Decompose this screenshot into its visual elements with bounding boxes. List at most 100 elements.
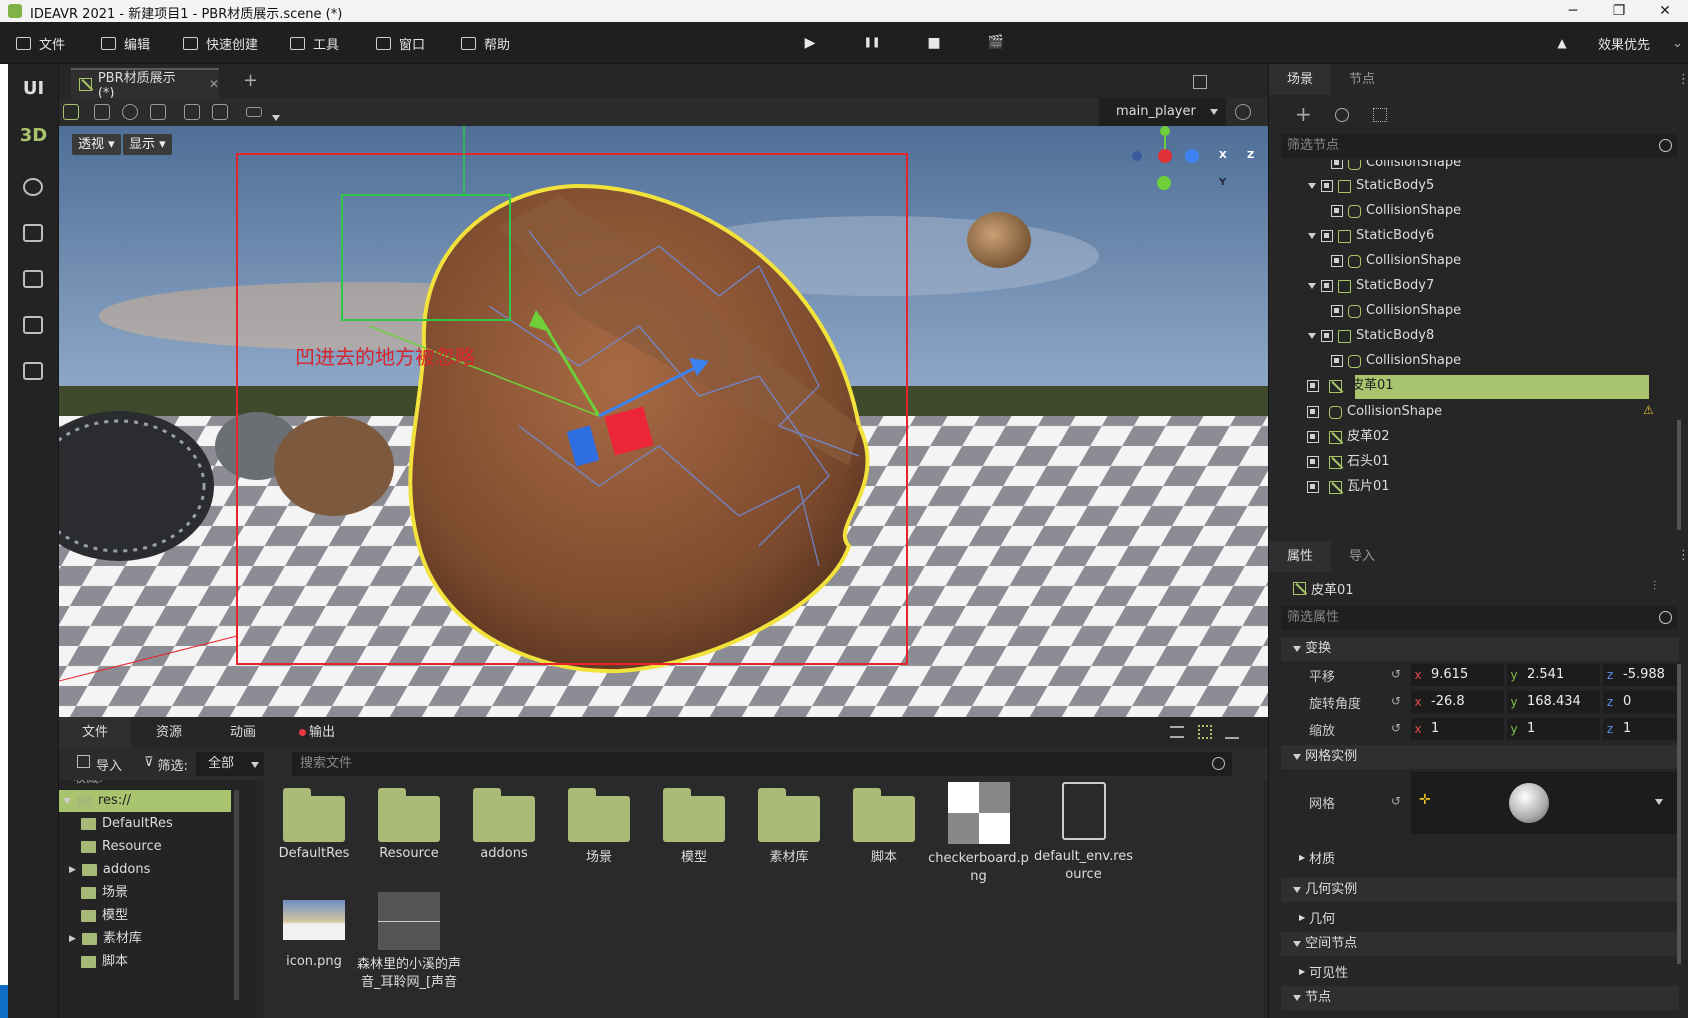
section-spatial[interactable]: 空间节点 bbox=[1281, 932, 1679, 956]
tab-resources[interactable]: 资源 bbox=[133, 717, 205, 748]
section-geometry-instance[interactable]: 几何实例 bbox=[1281, 878, 1679, 902]
translate-z-field[interactable]: -5.988 bbox=[1617, 664, 1677, 686]
reset-icon[interactable]: ↺ bbox=[1391, 694, 1401, 708]
tree-scrollbar[interactable] bbox=[1677, 420, 1681, 530]
viewport-settings-icon[interactable] bbox=[1235, 104, 1251, 120]
props-scrollbar[interactable] bbox=[1677, 664, 1681, 964]
perspective-button[interactable]: 透视 ▾ bbox=[72, 134, 121, 155]
prop-geometry[interactable]: ▶ 几何 bbox=[1299, 908, 1335, 927]
node-collision[interactable]: CollisionShape bbox=[1331, 250, 1461, 272]
list-view-icon[interactable] bbox=[1170, 726, 1184, 738]
3d-viewport[interactable]: 透视 ▾ 显示 ▾ 凹进去的地方被忽略 X Z Y bbox=[59, 126, 1268, 717]
visibility-checkbox[interactable] bbox=[1321, 330, 1333, 342]
scale-tool-icon[interactable] bbox=[150, 104, 166, 120]
panel-menu-icon[interactable]: ⋮ bbox=[1677, 548, 1688, 563]
visibility-checkbox[interactable] bbox=[1331, 160, 1343, 169]
add-tab-button[interactable]: + bbox=[243, 70, 258, 91]
tree-item-res[interactable]: res:// bbox=[59, 790, 231, 812]
graduation-icon[interactable]: ▲ bbox=[1553, 34, 1571, 52]
scale-y-field[interactable]: 1 bbox=[1521, 718, 1600, 740]
panel-menu-icon[interactable]: ⋮ bbox=[1677, 72, 1688, 87]
path-icon[interactable] bbox=[23, 178, 43, 196]
menu-file[interactable]: 文件 bbox=[16, 32, 65, 54]
pivot-tool-icon[interactable] bbox=[184, 104, 200, 120]
movie-button[interactable]: 🎬 bbox=[987, 34, 1005, 52]
3d-mode-button[interactable]: 3D bbox=[8, 125, 59, 146]
reset-icon[interactable]: ↺ bbox=[1391, 667, 1401, 681]
node-collision[interactable]: CollisionShape bbox=[1307, 401, 1442, 423]
play-button[interactable]: ▶ bbox=[801, 34, 819, 52]
property-filter-input[interactable]: 筛选属性 bbox=[1281, 606, 1677, 630]
menu-quick-create[interactable]: 快速创建 bbox=[183, 32, 258, 54]
tab-import[interactable]: 导入 bbox=[1331, 541, 1393, 572]
grid-item-models[interactable]: 模型 bbox=[646, 788, 742, 865]
translate-y-field[interactable]: 2.541 bbox=[1521, 664, 1600, 686]
stop-button[interactable]: ■ bbox=[925, 34, 943, 52]
visibility-checkbox[interactable] bbox=[1321, 280, 1333, 292]
node-staticbody6[interactable]: StaticBody6 bbox=[1308, 225, 1434, 247]
search-icon[interactable] bbox=[1659, 139, 1672, 152]
visibility-checkbox[interactable] bbox=[1307, 431, 1319, 443]
node-tile01[interactable]: 瓦片01 bbox=[1307, 476, 1390, 498]
tree-item-defaultres[interactable]: DefaultRes bbox=[81, 813, 173, 835]
menu-edit[interactable]: 编辑 bbox=[101, 32, 150, 54]
warning-icon[interactable]: ⚠ bbox=[1643, 403, 1654, 417]
tree-item-resource[interactable]: Resource bbox=[81, 836, 162, 858]
filter-select[interactable]: 全部 bbox=[196, 752, 264, 776]
visibility-checkbox[interactable] bbox=[1331, 205, 1343, 217]
visibility-checkbox[interactable] bbox=[1307, 380, 1319, 392]
search-icon[interactable] bbox=[1659, 611, 1672, 624]
tab-files[interactable]: 文件 bbox=[59, 717, 131, 748]
tab-properties[interactable]: 属性 bbox=[1269, 541, 1331, 572]
tree-item-scripts[interactable]: 脚本 bbox=[81, 951, 128, 973]
grid-item-scripts[interactable]: 脚本 bbox=[836, 788, 932, 865]
node-collision[interactable]: CollisionShape bbox=[1331, 350, 1461, 372]
move-tool-icon[interactable] bbox=[94, 104, 110, 120]
rotation-x-field[interactable]: -26.8 bbox=[1425, 691, 1504, 713]
grid-item-default-env[interactable]: default_env.resource bbox=[1031, 782, 1136, 884]
section-mesh-instance[interactable]: 网格实例 bbox=[1281, 745, 1679, 769]
node-staticbody8[interactable]: StaticBody8 bbox=[1308, 325, 1434, 347]
snap-tool-icon[interactable] bbox=[212, 104, 228, 120]
rotation-y-field[interactable]: 168.434 bbox=[1521, 691, 1600, 713]
reset-icon[interactable]: ↺ bbox=[1391, 794, 1401, 808]
reset-icon[interactable]: ↺ bbox=[1391, 721, 1401, 735]
visibility-checkbox[interactable] bbox=[1307, 406, 1319, 418]
prop-material[interactable]: ▶ 材质 bbox=[1299, 848, 1335, 867]
tree-item-addons[interactable]: ▶ addons bbox=[69, 859, 150, 881]
property-options-icon[interactable]: ⫶ bbox=[1653, 579, 1656, 594]
import-button[interactable]: 导入 bbox=[77, 755, 122, 774]
grid-item-resource[interactable]: Resource bbox=[361, 788, 457, 861]
file-search-input[interactable]: 搜索文件 bbox=[292, 752, 1232, 776]
select-tool-icon[interactable] bbox=[63, 104, 79, 120]
tab-output[interactable]: 输出 bbox=[281, 717, 353, 748]
store-icon[interactable] bbox=[23, 224, 43, 242]
translate-x-field[interactable]: 9.615 bbox=[1425, 664, 1504, 686]
gizmo-y-label[interactable]: Y bbox=[1219, 177, 1226, 188]
scale-z-field[interactable]: 1 bbox=[1617, 718, 1677, 740]
ruler-dropdown-icon[interactable] bbox=[272, 110, 280, 125]
scale-x-field[interactable]: 1 bbox=[1425, 718, 1504, 740]
restore-button[interactable]: ❐ bbox=[1596, 0, 1642, 22]
visibility-checkbox[interactable] bbox=[1321, 180, 1333, 192]
close-button[interactable]: ✕ bbox=[1642, 0, 1688, 22]
visibility-checkbox[interactable] bbox=[1331, 255, 1343, 267]
player-select[interactable]: main_player bbox=[1099, 98, 1226, 126]
prop-visibility[interactable]: ▶ 可见性 bbox=[1299, 962, 1348, 981]
download-icon[interactable] bbox=[1225, 724, 1239, 739]
menu-tools[interactable]: 工具 bbox=[290, 32, 339, 54]
visibility-checkbox[interactable] bbox=[1321, 230, 1333, 242]
search-icon[interactable] bbox=[1212, 757, 1225, 770]
menu-window[interactable]: 窗口 bbox=[376, 32, 425, 54]
ruler-tool-icon[interactable] bbox=[246, 107, 262, 117]
grid-item-defaultres[interactable]: DefaultRes bbox=[266, 788, 362, 861]
menu-help[interactable]: 帮助 bbox=[461, 32, 510, 54]
node-stone01[interactable]: 石头01 bbox=[1307, 451, 1390, 473]
settings-box-icon[interactable] bbox=[23, 270, 43, 288]
tab-scene-tree[interactable]: 场景 bbox=[1269, 64, 1331, 95]
node-staticbody5[interactable]: StaticBody5 bbox=[1308, 175, 1434, 197]
grid-item-checkerboard[interactable]: checkerboard.png bbox=[926, 782, 1031, 886]
tab-scene[interactable]: PBR材质展示(*) ✕ bbox=[71, 68, 219, 101]
node-collision[interactable]: CollisionShape bbox=[1331, 300, 1461, 322]
grid-item-icon-png[interactable]: icon.png bbox=[266, 892, 362, 969]
